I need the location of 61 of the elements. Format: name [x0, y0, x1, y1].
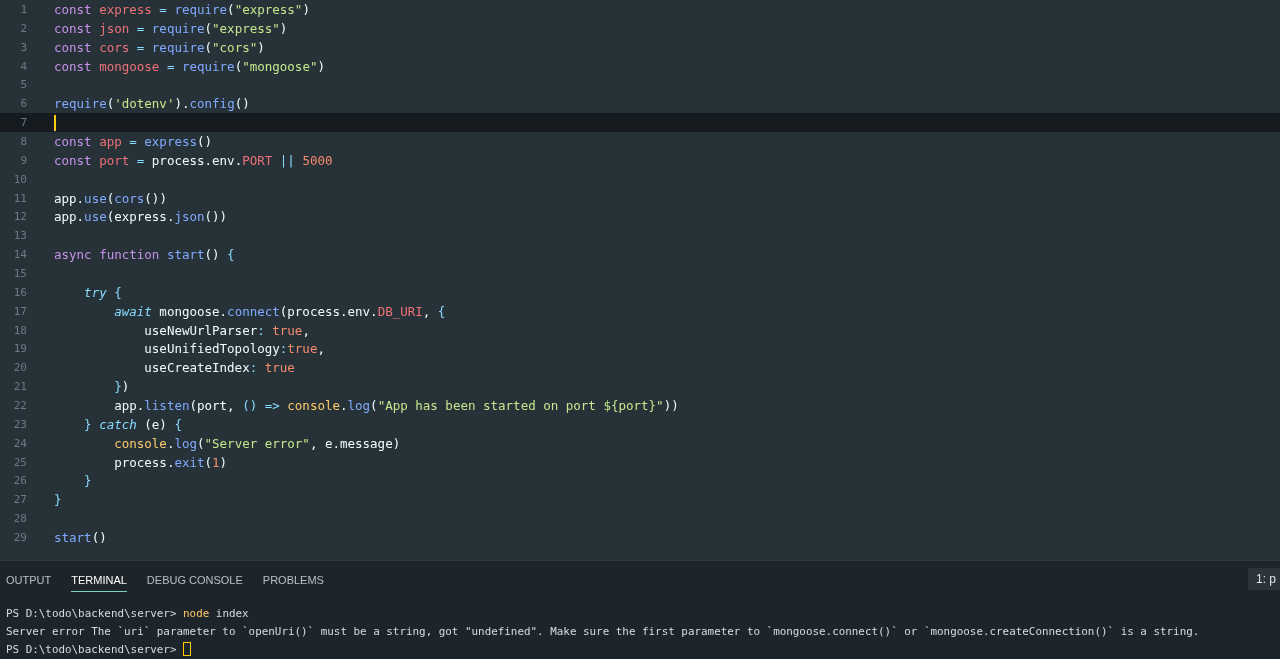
line-number: 17 — [12, 304, 27, 318]
code-line: start() — [54, 530, 107, 545]
terminal-line: PS D:\todo\backend\server> — [6, 642, 178, 656]
line-number: 24 — [12, 436, 27, 450]
line-number: 15 — [12, 266, 27, 280]
line-number: 7 — [19, 116, 27, 130]
code-line: await mongoose.connect(process.env.DB_URI, { — [113, 303, 446, 319]
code-line: async function start() { — [54, 247, 235, 263]
line-number: 28 — [12, 512, 27, 526]
line-number: 5 — [19, 78, 27, 92]
panel-tab[interactable]: PROBLEMS — [262, 570, 324, 592]
line-number: 19 — [12, 342, 27, 356]
line-number: 4 — [19, 59, 27, 73]
code-line: require('dotenv').config() — [54, 96, 250, 112]
line-number: 12 — [12, 210, 27, 224]
line-number: 25 — [12, 455, 27, 469]
code-line: const mongoose = require("mongoose") — [54, 58, 325, 74]
terminal-select[interactable]: 1: p — [1248, 568, 1280, 590]
code-line: }) — [113, 379, 130, 395]
code-line: try { — [83, 284, 122, 300]
line-number: 10 — [12, 172, 27, 186]
panel-tab[interactable]: OUTPUT — [6, 570, 52, 592]
code-line: const cors = require("cors") — [54, 39, 265, 55]
line-number: 22 — [12, 398, 27, 412]
code-line: } — [83, 473, 92, 489]
line-number: 13 — [12, 229, 27, 243]
code-line: } — [54, 492, 62, 508]
code-line: useCreateIndex: true — [143, 360, 295, 376]
line-number: 20 — [12, 361, 27, 375]
panel-tab[interactable]: DEBUG CONSOLE — [146, 570, 243, 592]
line-number: 26 — [12, 474, 27, 488]
code-line: app.use(cors()) — [54, 190, 167, 206]
terminal-line: PS D:\todo\backend\server> node index — [6, 606, 249, 620]
code-line: useUnifiedTopology:true, — [143, 341, 325, 357]
code-line: process.exit(1) — [113, 454, 228, 470]
code-line: useNewUrlParser: true, — [143, 322, 310, 338]
line-number: 8 — [19, 134, 27, 148]
code-line: app.use(express.json()) — [54, 209, 228, 225]
code-line: } catch (e) { — [83, 416, 182, 432]
code-line: const port = process.env.PORT || 5000 — [54, 152, 333, 168]
code-line: const app = express() — [54, 133, 213, 149]
text-cursor — [54, 114, 56, 131]
line-number: 23 — [12, 417, 27, 431]
line-number: 18 — [12, 323, 27, 337]
line-number: 3 — [19, 40, 27, 54]
code-line: const json = require("express") — [54, 20, 288, 36]
line-number: 11 — [12, 191, 27, 205]
panel-tab[interactable]: TERMINAL — [71, 570, 127, 592]
line-number: 6 — [19, 97, 27, 111]
line-number: 9 — [19, 153, 27, 167]
line-number: 14 — [12, 248, 27, 262]
terminal-line: Server error The `uri` parameter to `openUri()` must be a string, got "undefined". Make sure the first parameter to `mongoose.connect()` or `mongoose.createConnection()` is a string. — [6, 624, 1200, 638]
line-number: 2 — [19, 21, 27, 35]
line-number: 27 — [12, 493, 27, 507]
code-line: const express = require("express") — [54, 1, 310, 17]
code-line: app.listen(port, () => console.log("App has been started on port ${port}")) — [113, 397, 679, 413]
line-number: 16 — [12, 285, 27, 299]
line-number: 21 — [12, 380, 27, 394]
code-line: console.log("Server error", e.message) — [113, 435, 401, 451]
line-number: 1 — [19, 2, 27, 16]
line-number: 29 — [12, 531, 27, 544]
